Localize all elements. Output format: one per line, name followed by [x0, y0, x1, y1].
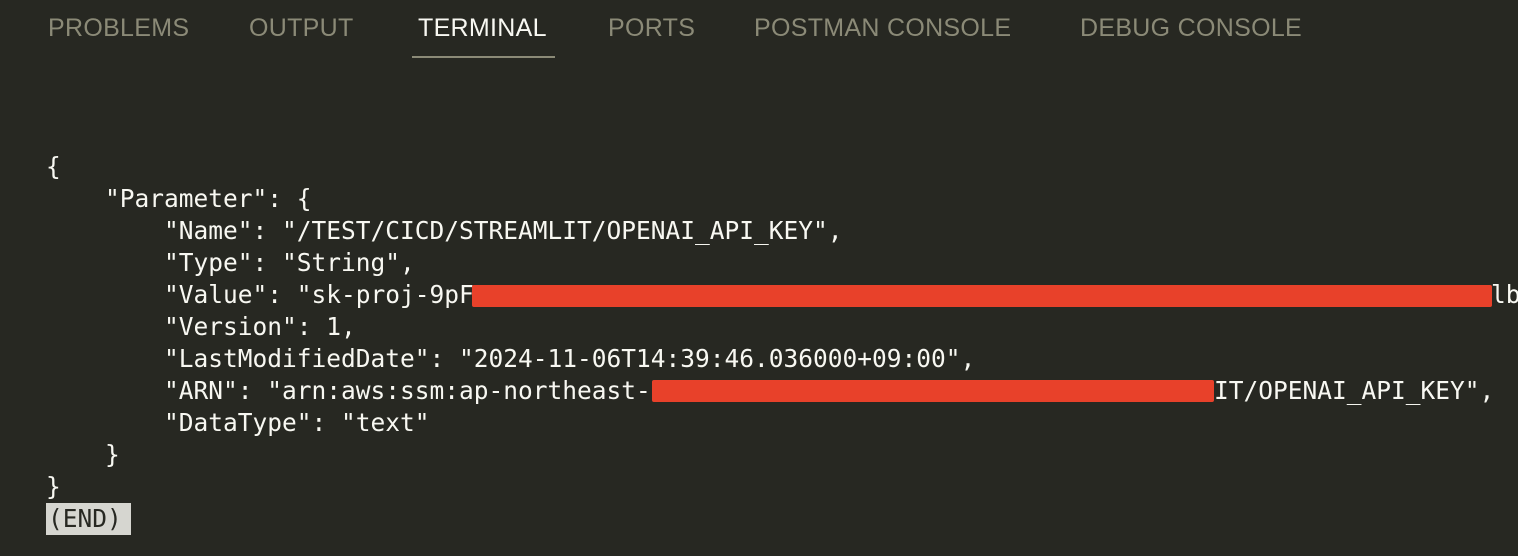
terminal-line: "ARN": "arn:aws:ssm:ap-northeast-2:	[46, 376, 681, 405]
terminal-line: }	[46, 440, 120, 469]
terminal-line: "Value": "sk-proj-9pF-	[46, 280, 489, 309]
terminal-line: "Type": "String",	[46, 248, 415, 277]
redaction-bar-arn	[652, 380, 1214, 402]
panel-tab-bar: PROBLEMS OUTPUT TERMINAL PORTS POSTMAN C…	[0, 0, 1518, 60]
terminal-line: "LastModifiedDate": "2024-11-06T14:39:46…	[46, 344, 976, 373]
tab-debug-console[interactable]: DEBUG CONSOLE	[1074, 14, 1308, 58]
tab-output[interactable]: OUTPUT	[243, 14, 360, 58]
terminal-line: "Name": "/TEST/CICD/STREAMLIT/OPENAI_API…	[46, 216, 843, 245]
terminal-output[interactable]: { "Parameter": { "Name": "/TEST/CICD/STR…	[0, 60, 1518, 556]
tab-terminal[interactable]: TERMINAL	[412, 14, 553, 58]
bottom-panel: PROBLEMS OUTPUT TERMINAL PORTS POSTMAN C…	[0, 0, 1518, 556]
terminal-line-suffix: IT/OPENAI_API_KEY",	[1214, 376, 1495, 405]
pager-end-marker: (END)	[46, 503, 131, 535]
redaction-bar-value	[472, 285, 1492, 307]
tab-problems[interactable]: PROBLEMS	[42, 14, 195, 58]
terminal-line: "Parameter": {	[46, 184, 312, 213]
terminal-line: }	[46, 472, 61, 501]
active-tab-indicator	[412, 56, 555, 58]
terminal-line: {	[46, 152, 61, 181]
terminal-line: "DataType": "text"	[46, 408, 430, 437]
tab-ports[interactable]: PORTS	[602, 14, 701, 58]
terminal-line: "Version": 1,	[46, 312, 356, 341]
terminal-line-suffix: lb	[1491, 280, 1518, 309]
tab-postman-console[interactable]: POSTMAN CONSOLE	[748, 14, 1017, 58]
